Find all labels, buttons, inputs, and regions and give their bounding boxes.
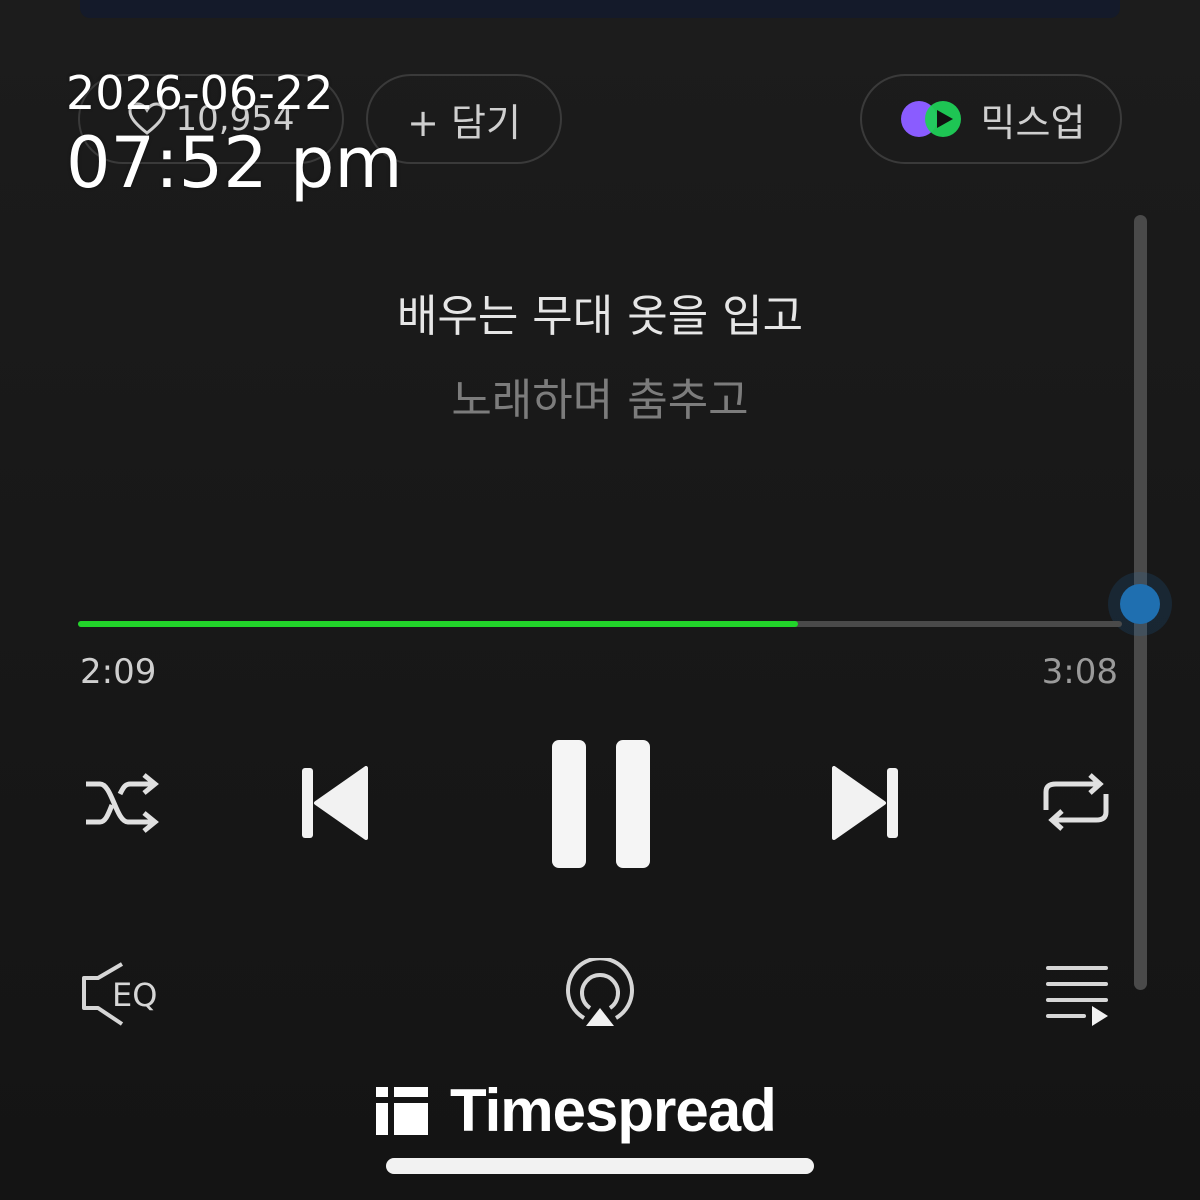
next-icon[interactable] xyxy=(830,766,900,840)
lyric-current-line[interactable]: 배우는 무대 옷을 입고 xyxy=(0,280,1200,344)
elapsed-time: 2:09 xyxy=(80,652,157,692)
timestamp-time: 07:52 pm xyxy=(66,122,403,204)
album-art xyxy=(80,0,1120,18)
equalizer-icon[interactable]: EQ xyxy=(78,960,170,1030)
home-indicator[interactable] xyxy=(386,1158,814,1174)
mixup-button[interactable]: 믹스업 xyxy=(860,74,1122,164)
pause-icon[interactable] xyxy=(550,738,652,870)
timespread-logo-icon xyxy=(376,1086,428,1135)
progress-fill xyxy=(78,621,799,627)
lyric-next-line[interactable]: 노래하며 춤추고 xyxy=(0,364,1200,428)
timestamp-date: 2026-06-22 xyxy=(66,66,334,120)
total-time: 3:08 xyxy=(1041,652,1118,692)
mixup-label: 믹스업 xyxy=(980,100,1086,145)
timestamp-overlay: 2026-06-22 07:52 pm xyxy=(66,70,403,198)
brand-watermark: Timespread xyxy=(376,1076,777,1145)
repeat-icon[interactable] xyxy=(1040,770,1112,834)
svg-text:EQ: EQ xyxy=(112,976,157,1014)
brand-name: Timespread xyxy=(450,1077,777,1144)
previous-icon[interactable] xyxy=(300,766,370,840)
progress-bar[interactable] xyxy=(78,621,1122,627)
scrollbar-thumb[interactable] xyxy=(1120,584,1160,624)
playlist-icon[interactable] xyxy=(1044,964,1112,1028)
airplay-icon[interactable] xyxy=(562,958,638,1030)
mixup-icon xyxy=(900,101,961,137)
add-label: + 담기 xyxy=(407,100,521,145)
shuffle-icon[interactable] xyxy=(82,770,162,836)
